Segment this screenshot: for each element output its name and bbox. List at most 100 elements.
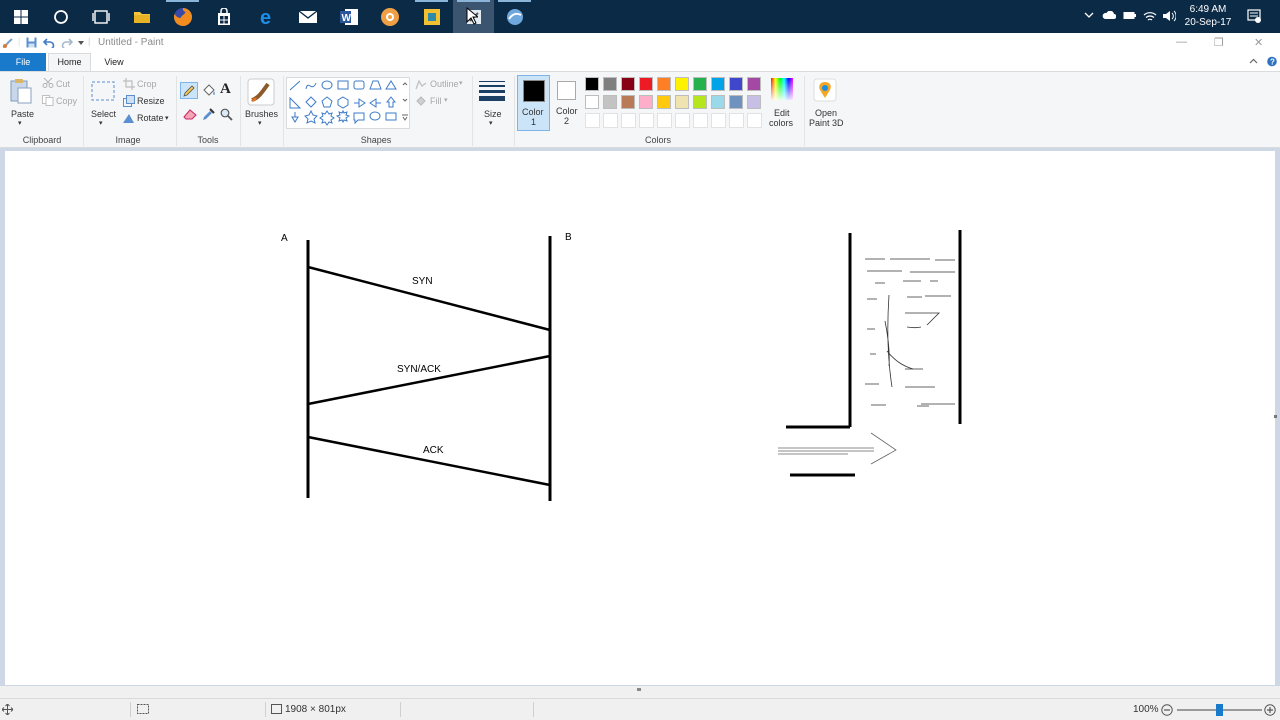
custom-color-slot[interactable]: [657, 113, 672, 128]
tab-file[interactable]: File: [0, 53, 46, 71]
paste-button[interactable]: Paste ▾: [6, 76, 36, 130]
palette-color-swatch[interactable]: [711, 95, 725, 109]
collapse-ribbon-icon[interactable]: [1249, 58, 1258, 64]
fill-dropdown-icon[interactable]: ▾: [444, 96, 448, 104]
color1-button[interactable]: Color 1: [517, 75, 550, 131]
word-icon[interactable]: W: [328, 0, 369, 33]
zoom-out-icon[interactable]: [1161, 704, 1173, 716]
crop-label[interactable]: Crop: [137, 79, 157, 89]
tab-view[interactable]: View: [96, 53, 132, 71]
show-hidden-icons-chevron-icon[interactable]: [1084, 10, 1094, 22]
resize-label[interactable]: Resize: [137, 96, 165, 106]
open-paint-3d-button[interactable]: Open Paint 3D: [807, 75, 844, 131]
palette-color-swatch[interactable]: [639, 77, 653, 91]
custom-color-slot[interactable]: [693, 113, 708, 128]
copy-icon[interactable]: [42, 95, 54, 106]
minimize-icon[interactable]: —: [1176, 36, 1187, 48]
windows-start-icon[interactable]: [0, 0, 41, 33]
edit-colors-button[interactable]: Edit colors: [766, 75, 798, 131]
magnifier-icon[interactable]: [220, 108, 233, 121]
eraser-icon[interactable]: [183, 109, 197, 120]
rotate-label[interactable]: Rotate: [137, 113, 164, 123]
tab-home[interactable]: Home: [48, 53, 91, 71]
custom-color-slot[interactable]: [747, 113, 762, 128]
clock[interactable]: 6:49 AM 20-Sep-17: [1184, 3, 1232, 29]
outline-label[interactable]: Outline: [430, 79, 459, 89]
select-button[interactable]: Select ▾: [88, 76, 118, 130]
palette-color-swatch[interactable]: [675, 95, 689, 109]
redo-icon[interactable]: [61, 37, 73, 48]
zoom-slider[interactable]: [1177, 704, 1262, 716]
fill-icon[interactable]: [415, 96, 427, 107]
palette-color-swatch[interactable]: [693, 95, 707, 109]
pencil-tool[interactable]: [180, 82, 198, 99]
task-view-icon[interactable]: [80, 0, 121, 33]
save-icon[interactable]: [26, 37, 37, 48]
file-explorer-icon[interactable]: [121, 0, 162, 33]
app-blue-icon[interactable]: [494, 0, 535, 33]
store-icon[interactable]: [203, 0, 244, 33]
action-center-notification-icon[interactable]: [1247, 9, 1261, 26]
crop-icon[interactable]: [123, 78, 135, 90]
paint-app-icon[interactable]: [2, 37, 14, 49]
palette-color-swatch[interactable]: [603, 77, 617, 91]
palette-color-swatch[interactable]: [693, 77, 707, 91]
cortana-search-icon[interactable]: [40, 0, 81, 33]
copy-label[interactable]: Copy: [56, 96, 77, 106]
drawing-canvas[interactable]: A B SYN SYN/ACK ACK: [5, 151, 1275, 685]
undo-icon[interactable]: [43, 37, 55, 48]
canvas-right-resize-handle[interactable]: [1274, 415, 1277, 418]
cut-icon[interactable]: [42, 78, 54, 88]
zoom-slider-thumb[interactable]: [1216, 704, 1223, 716]
firefox-icon[interactable]: [162, 0, 203, 33]
canvas-bottom-resize-handle[interactable]: [637, 688, 641, 691]
shapes-scroll-icon[interactable]: [402, 81, 408, 121]
onedrive-cloud-icon[interactable]: [1102, 10, 1117, 23]
custom-color-slot[interactable]: [585, 113, 600, 128]
palette-color-swatch[interactable]: [711, 77, 725, 91]
resize-icon[interactable]: [123, 95, 135, 107]
shapes-gallery[interactable]: [286, 77, 410, 129]
palette-color-swatch[interactable]: [729, 95, 743, 109]
palette-color-swatch[interactable]: [729, 77, 743, 91]
color2-button[interactable]: Color 2: [552, 75, 582, 131]
custom-color-slot[interactable]: [603, 113, 618, 128]
outline-icon[interactable]: [415, 80, 427, 90]
volume-icon[interactable]: [1162, 10, 1177, 25]
custom-color-slot[interactable]: [639, 113, 654, 128]
palette-color-swatch[interactable]: [747, 95, 761, 109]
customize-qat-chevron-icon[interactable]: [78, 41, 84, 46]
custom-color-slot[interactable]: [621, 113, 636, 128]
palette-color-swatch[interactable]: [585, 77, 599, 91]
fill-label[interactable]: Fill: [430, 96, 442, 106]
palette-color-swatch[interactable]: [675, 77, 689, 91]
restore-icon[interactable]: ❐: [1214, 36, 1224, 49]
edge-icon[interactable]: e: [246, 0, 287, 33]
outline-dropdown-icon[interactable]: ▾: [459, 79, 463, 87]
close-icon[interactable]: ✕: [1254, 36, 1263, 49]
help-icon[interactable]: ?: [1267, 56, 1277, 67]
size-button[interactable]: Size ▾: [476, 76, 508, 130]
rotate-dropdown-icon[interactable]: ▾: [165, 114, 169, 122]
text-tool-icon[interactable]: A: [220, 81, 231, 98]
custom-color-slot[interactable]: [729, 113, 744, 128]
fill-bucket-icon[interactable]: [202, 84, 216, 97]
cut-label[interactable]: Cut: [56, 79, 70, 89]
color-picker-icon[interactable]: [202, 108, 215, 121]
palette-color-swatch[interactable]: [621, 77, 635, 91]
horizontal-scrollbar[interactable]: [0, 686, 1280, 698]
palette-color-swatch[interactable]: [639, 95, 653, 109]
zoom-in-icon[interactable]: [1264, 704, 1276, 716]
brushes-button[interactable]: Brushes ▾: [244, 76, 278, 130]
palette-color-swatch[interactable]: [603, 95, 617, 109]
palette-color-swatch[interactable]: [657, 95, 671, 109]
palette-color-swatch[interactable]: [585, 95, 599, 109]
app-orange-icon[interactable]: [369, 0, 410, 33]
custom-color-slot[interactable]: [711, 113, 726, 128]
app-yellow-icon[interactable]: [411, 0, 452, 33]
wifi-icon[interactable]: [1143, 10, 1157, 25]
custom-color-slot[interactable]: [675, 113, 690, 128]
palette-color-swatch[interactable]: [747, 77, 761, 91]
mail-icon[interactable]: [287, 0, 328, 33]
battery-icon[interactable]: [1123, 11, 1136, 23]
